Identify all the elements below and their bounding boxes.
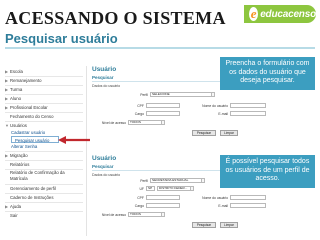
- sidebar-item-pesquisar-usuario[interactable]: Pesquisar usuário: [11, 136, 59, 143]
- form-subheading: Pesquisar: [92, 75, 114, 80]
- nivel-select[interactable]: TODOS: [128, 120, 162, 125]
- sidebar-item-remanejamento[interactable]: ▶ Remanejamento: [5, 77, 87, 84]
- form-heading: Usuário: [92, 155, 117, 162]
- sidebar-item-aluno[interactable]: ▶ Aluno: [5, 95, 87, 102]
- cpf-label: CPF: [137, 104, 144, 108]
- sidebar-item-caderno[interactable]: Caderno de Instruções: [5, 194, 87, 201]
- sidebar-menu: ▶ Escola ▶ Remanejamento ▶ Turma ▶ Aluno ▶ Pr…: [5, 66, 87, 236]
- nome-label: Nome do usuário: [202, 196, 228, 200]
- limpar-button[interactable]: Limpar: [220, 222, 238, 228]
- logo-text: educacenso: [260, 8, 316, 20]
- uf-select[interactable]: SP: [146, 186, 155, 191]
- page-title: ACESSANDO O SISTEMA: [5, 8, 226, 28]
- nivel-select[interactable]: TODOS: [128, 212, 162, 217]
- email-input[interactable]: [230, 203, 266, 208]
- sidebar-item-migracao[interactable]: ▶ Migração: [5, 152, 87, 159]
- nivel-dropdown-icon[interactable]: [161, 120, 165, 125]
- email-label: E-mail: [218, 112, 228, 116]
- cargo-label: Cargo: [134, 204, 144, 208]
- uf-name-select[interactable]: DISTRITO FEDER...: [157, 186, 191, 191]
- sidebar-item-gerenciamento-perfil[interactable]: Gerenciamento de perfil: [5, 185, 87, 192]
- sidebar-item-escola[interactable]: ▶ Escola: [5, 68, 87, 75]
- page-subtitle: Pesquisar usuário: [5, 31, 118, 46]
- form-subheading: Pesquisar: [92, 164, 114, 169]
- perfil-label: Perfil: [140, 179, 148, 183]
- sidebar-item-relatorios[interactable]: Relatórios: [5, 161, 87, 168]
- sidebar-item-fechamento[interactable]: Fechamento do Censo: [5, 113, 87, 120]
- cargo-input[interactable]: [146, 111, 180, 116]
- sidebar-item-alterar-senha[interactable]: Alterar Senha: [11, 143, 93, 150]
- cpf-input[interactable]: [146, 195, 180, 200]
- educacenso-logo: e educacenso: [244, 5, 316, 23]
- title-divider: [5, 47, 315, 49]
- slide: ACESSANDO O SISTEMA Pesquisar usuário e …: [0, 0, 320, 240]
- sidebar-item-turma[interactable]: ▶ Turma: [5, 86, 87, 93]
- sidebar-item-sair[interactable]: Sair: [5, 212, 87, 219]
- perfil-select[interactable]: SELECIONE: [150, 92, 212, 97]
- email-input[interactable]: [230, 111, 266, 116]
- perfil-label: Perfil: [140, 93, 148, 97]
- form-section-label: Dados do usuário: [92, 84, 121, 88]
- nome-input[interactable]: [230, 103, 266, 108]
- sidebar-item-ajuda[interactable]: ▶ Ajuda: [5, 203, 87, 210]
- pesquisar-button[interactable]: Pesquisar: [192, 130, 216, 136]
- uf-dropdown-icon[interactable]: [190, 186, 194, 191]
- nivel-label: Nível de acesso: [101, 121, 126, 125]
- nivel-dropdown-icon[interactable]: [161, 212, 165, 217]
- limpar-button[interactable]: Limpar: [220, 130, 238, 136]
- sidebar-item-usuarios[interactable]: ▼Usuários: [5, 122, 87, 129]
- perfil-dropdown-icon[interactable]: [211, 92, 215, 97]
- perfil-select[interactable]: SECRETARIA ESTADUAL: [150, 178, 202, 183]
- nome-input[interactable]: [230, 195, 266, 200]
- callout-fill-form: Preencha o formulário com os dados do us…: [220, 57, 315, 90]
- email-label: E-mail: [218, 204, 228, 208]
- form-heading: Usuário: [92, 66, 117, 73]
- logo-e-icon: e: [249, 6, 259, 21]
- uf-label: UF: [139, 187, 144, 191]
- sidebar-item-relatorio-confirmacao[interactable]: Relatório de Confirmação da Matrícula: [5, 170, 65, 183]
- cargo-label: Cargo: [134, 112, 144, 116]
- sidebar-item-cadastrar-usuario[interactable]: Cadastrar usuário: [11, 129, 93, 136]
- cargo-input[interactable]: [146, 203, 180, 208]
- pointer-arrow-icon: [58, 136, 92, 144]
- sidebar-item-profissional[interactable]: ▶ Profissional Escolar: [5, 104, 87, 111]
- nome-label: Nome do usuário: [202, 104, 228, 108]
- perfil-dropdown-icon[interactable]: [201, 178, 205, 183]
- cpf-input[interactable]: [146, 103, 180, 108]
- pesquisar-button[interactable]: Pesquisar: [192, 222, 216, 228]
- cpf-label: CPF: [137, 196, 144, 200]
- callout-search-profile: É possível pesquisar todos os usuários d…: [220, 155, 315, 188]
- form-section-label: Dados do usuário: [92, 173, 121, 177]
- nivel-label: Nível de acesso: [101, 213, 126, 217]
